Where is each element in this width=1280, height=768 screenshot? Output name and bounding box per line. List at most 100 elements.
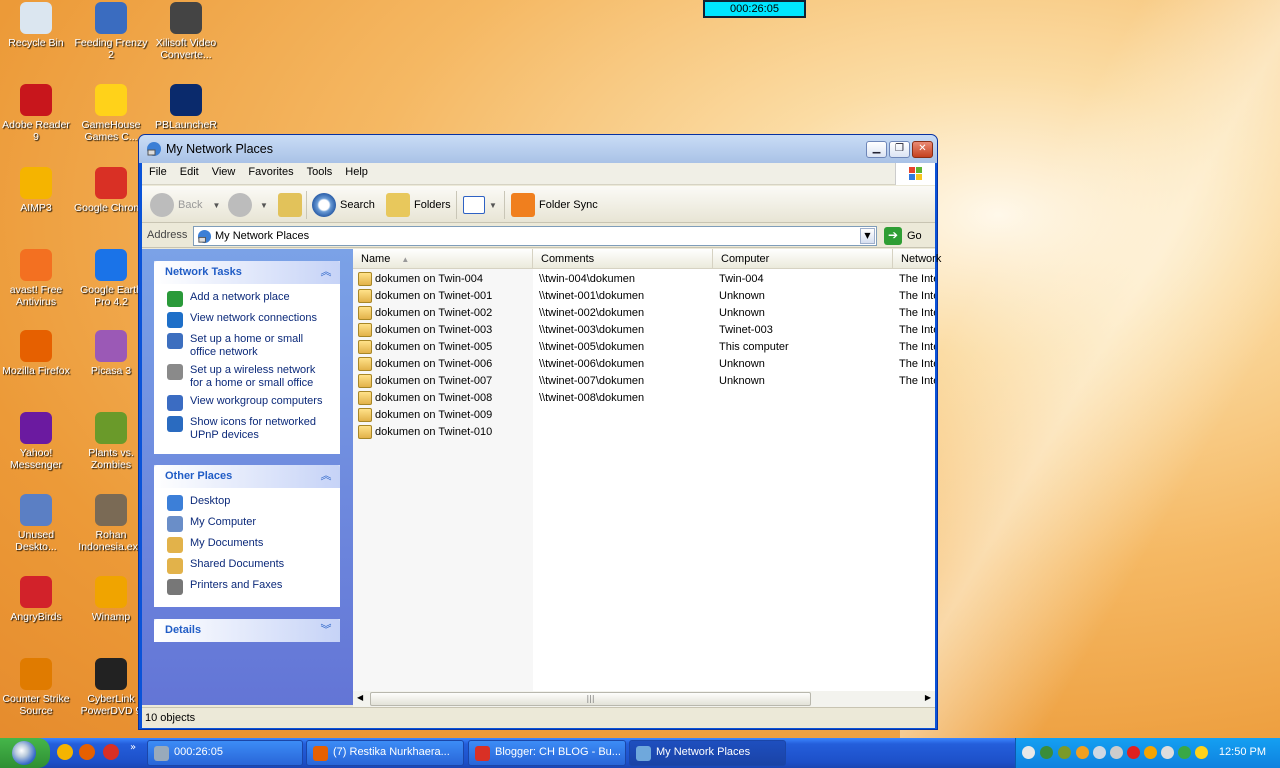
network-share-folder-icon	[358, 272, 372, 286]
desktop-icon-pblauncher[interactable]: PBLauncheR	[148, 84, 224, 131]
taskbar-button-my-network-places[interactable]: My Network Places	[629, 740, 786, 766]
folder-sync-button[interactable]: Folder Sync	[511, 192, 598, 218]
address-dropdown-icon[interactable]: ▼	[860, 228, 875, 244]
scroll-right-icon[interactable]: ▶	[925, 693, 931, 702]
chrome-quicklaunch-icon[interactable]	[103, 744, 119, 760]
scroll-thumb[interactable]: |||	[370, 692, 811, 706]
column-name[interactable]: Name ▲	[353, 249, 533, 269]
table-row[interactable]: dokumen on Twinet-005 \\twinet-005\dokume…	[353, 339, 935, 356]
task-desktop[interactable]: Desktop	[167, 495, 331, 511]
column-network[interactable]: Network	[893, 249, 953, 269]
task-show-icons-for-networked-upnp-devices[interactable]: Show icons for networked UPnP devices	[167, 416, 331, 442]
desktop-icon-feeding-frenzy-2[interactable]: Feeding Frenzy 2	[73, 2, 149, 61]
task-set-up-a-wireless-network-for-a-home-or-small-office[interactable]: Set up a wireless network for a home or …	[167, 364, 331, 390]
desktop-icon-aimp3[interactable]: AIMP3	[0, 167, 74, 214]
task-shared-documents[interactable]: Shared Documents	[167, 558, 331, 574]
forward-dropdown-icon[interactable]: ▼	[260, 201, 268, 210]
desktop-icon-angrybirds[interactable]: AngryBirds	[0, 576, 74, 623]
other-places-header[interactable]: Other Places ︽	[154, 465, 340, 488]
table-row[interactable]: dokumen on Twinet-006 \\twinet-006\dokume…	[353, 356, 935, 373]
taskbar-clock[interactable]: 12:50 PM	[1219, 746, 1266, 758]
close-button[interactable]: ✕	[912, 141, 933, 158]
search-button[interactable]: Search	[312, 192, 375, 218]
table-row[interactable]: dokumen on Twinet-001 \\twinet-001\dokume…	[353, 288, 935, 305]
tray-app-icon[interactable]	[1076, 746, 1089, 759]
tray-app-icon[interactable]	[1161, 746, 1174, 759]
table-row[interactable]: dokumen on Twinet-003 \\twinet-003\dokume…	[353, 322, 935, 339]
tray-app-icon[interactable]	[1127, 746, 1140, 759]
desktop-icon-avast-free-antivirus[interactable]: avast! Free Antivirus	[0, 249, 74, 308]
task-label: My Computer	[190, 516, 257, 528]
task-printers-and-faxes[interactable]: Printers and Faxes	[167, 579, 331, 595]
desktop-icon-yahoo-messenger[interactable]: Yahoo! Messenger	[0, 412, 74, 471]
folders-button[interactable]: Folders	[386, 192, 451, 218]
maximize-button[interactable]: ❐	[889, 141, 910, 158]
tray-app-icon[interactable]	[1110, 746, 1123, 759]
desktop-icon-xilisoft-video-converte[interactable]: Xilisoft Video Converte...	[148, 2, 224, 61]
task-set-up-a-home-or-small-office-network[interactable]: Set up a home or small office network	[167, 333, 331, 359]
tray-collapse-icon[interactable]	[1022, 746, 1035, 759]
up-folder-button[interactable]	[278, 192, 306, 218]
menu-help[interactable]: Help	[338, 163, 374, 178]
menu-file[interactable]: File	[142, 163, 173, 178]
table-row[interactable]: dokumen on Twinet-007 \\twinet-007\dokume…	[353, 373, 935, 390]
network-share-folder-icon	[358, 340, 372, 354]
forward-button[interactable]: ▼	[228, 192, 268, 218]
title-bar[interactable]: My Network Places ▁ ❐ ✕	[139, 135, 937, 163]
desktop-icon-adobe-reader-9[interactable]: Adobe Reader 9	[0, 84, 74, 143]
aimp-quicklaunch-icon[interactable]	[57, 744, 73, 760]
table-row[interactable]: dokumen on Twinet-009	[353, 407, 935, 424]
task-my-computer[interactable]: My Computer	[167, 516, 331, 532]
network-tray-icon[interactable]	[1040, 746, 1053, 759]
menu-favorites[interactable]: Favorites	[241, 163, 299, 178]
table-row[interactable]: dokumen on Twinet-008 \\twinet-008\dokume…	[353, 390, 935, 407]
tray-app-icon[interactable]	[1144, 746, 1157, 759]
menu-view[interactable]: View	[205, 163, 242, 178]
scroll-left-icon[interactable]: ◀	[357, 693, 363, 702]
table-row[interactable]: dokumen on Twinet-010	[353, 424, 935, 441]
task-view-workgroup-computers[interactable]: View workgroup computers	[167, 395, 331, 411]
details-header[interactable]: Details ︾	[154, 619, 340, 642]
column-comments[interactable]: Comments	[533, 249, 713, 269]
desktop-icon-gamehouse-games-c[interactable]: GameHouse Games C...	[73, 84, 149, 143]
collapse-icon[interactable]: ︽	[319, 469, 333, 483]
address-input[interactable]: My Network Places ▼	[193, 226, 877, 246]
network-tasks-header[interactable]: Network Tasks ︽	[154, 261, 340, 284]
minimize-button[interactable]: ▁	[866, 141, 887, 158]
quicklaunch-more-icon[interactable]: »	[130, 742, 136, 753]
task-label: Add a network place	[190, 291, 290, 303]
taskbar-button-7-restika-nurkhaera[interactable]: (7) Restika Nurkhaera...	[306, 740, 464, 766]
desktop-icon-mozilla-firefox[interactable]: Mozilla Firefox	[0, 330, 74, 377]
firefox-quicklaunch-icon[interactable]	[79, 744, 95, 760]
tray-app-icon[interactable]	[1178, 746, 1191, 759]
task-my-documents[interactable]: My Documents	[167, 537, 331, 553]
back-dropdown-icon[interactable]: ▼	[212, 201, 220, 210]
task-label: View network connections	[190, 312, 317, 324]
taskbar-button-000-26-05[interactable]: 000:26:05	[147, 740, 303, 766]
task-view-network-connections[interactable]: View network connections	[167, 312, 331, 328]
taskbar-button-label: (7) Restika Nurkhaera...	[333, 746, 450, 758]
plants-vs-zombies-icon	[95, 412, 127, 444]
taskbar-app-icon	[313, 746, 328, 761]
column-headers: Name ▲ Comments Computer Network	[353, 249, 941, 269]
menu-edit[interactable]: Edit	[173, 163, 205, 178]
task-add-a-network-place[interactable]: Add a network place	[167, 291, 331, 307]
back-button[interactable]: Back ▼	[150, 192, 220, 218]
volume-icon[interactable]	[1093, 746, 1106, 759]
menu-tools[interactable]: Tools	[300, 163, 339, 178]
horizontal-scrollbar[interactable]: ◀ ||| ▶	[353, 691, 935, 707]
desktop-icon-counter-strike-source[interactable]: Counter Strike Source	[0, 658, 74, 717]
table-row[interactable]: dokumen on Twinet-002 \\twinet-002\dokume…	[353, 305, 935, 322]
desktop-icon-unused-deskto[interactable]: Unused Deskto...	[0, 494, 74, 553]
views-button[interactable]: ▼	[463, 192, 497, 218]
collapse-icon[interactable]: ︽	[319, 265, 333, 279]
column-computer[interactable]: Computer	[713, 249, 893, 269]
go-button[interactable]: ➔ Go	[884, 227, 922, 245]
desktop-icon-recycle-bin[interactable]: Recycle Bin	[0, 2, 74, 49]
taskbar-button-blogger-ch-blog-bu[interactable]: Blogger: CH BLOG - Bu...	[468, 740, 626, 766]
tray-app-icon[interactable]	[1195, 746, 1208, 759]
start-button[interactable]	[0, 738, 50, 768]
tray-app-icon[interactable]	[1058, 746, 1071, 759]
table-row[interactable]: dokumen on Twin-004 \\twin-004\dokumen Twi…	[353, 271, 935, 288]
expand-icon[interactable]: ︾	[319, 623, 333, 637]
